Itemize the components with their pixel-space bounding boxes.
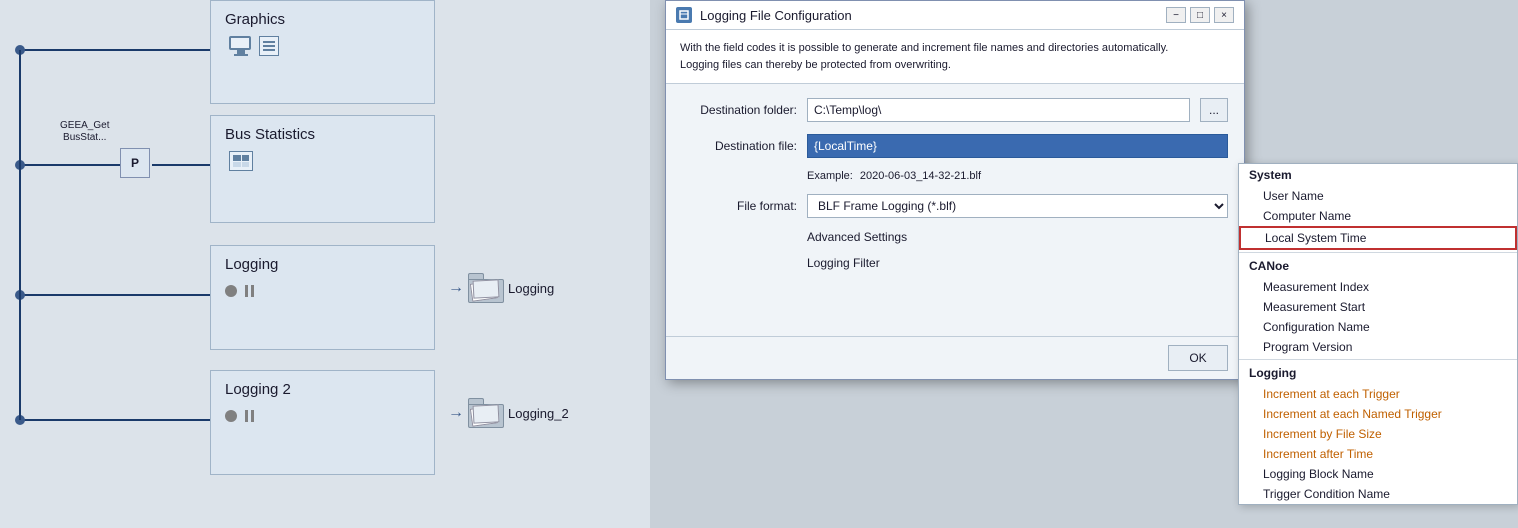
dialog-description-line1: With the field codes it is possible to g… [680, 40, 1230, 57]
logging2-label: Logging_2 [508, 406, 569, 421]
dialog-minimize-button[interactable]: − [1166, 7, 1186, 23]
logging-section-header: Logging [1239, 362, 1517, 384]
graphics-block-icons [229, 36, 420, 56]
example-row: Example: 2020-06-03_14-32-21.blf [807, 170, 1228, 182]
logging2-controls [225, 410, 420, 422]
dialog-description: With the field codes it is possible to g… [666, 30, 1244, 84]
dropdown-increment-named-trigger[interactable]: Increment at each Named Trigger [1239, 404, 1517, 424]
list-icon [259, 36, 279, 56]
file-format-select-wrapper: BLF Frame Logging (*.blf)ASC Logging (*.… [807, 194, 1228, 218]
geea-label: GEEA_Get BusStat... [60, 120, 109, 144]
graphics-block: Graphics [210, 0, 435, 104]
dropdown-program-version[interactable]: Program Version [1239, 337, 1517, 357]
dialog-maximize-button[interactable]: □ [1190, 7, 1210, 23]
logging-folder-icon [468, 273, 504, 303]
table-icon [229, 151, 253, 171]
file-format-select[interactable]: BLF Frame Logging (*.blf)ASC Logging (*.… [807, 194, 1228, 218]
destination-file-row: Destination file: [682, 134, 1228, 158]
logging-block-title: Logging [225, 256, 420, 273]
logging2-block-title: Logging 2 [225, 381, 420, 398]
dialog-body: Destination folder: ... Destination file… [666, 84, 1244, 336]
dropdown-configuration-name[interactable]: Configuration Name [1239, 317, 1517, 337]
dialog-footer: OK [666, 336, 1244, 379]
dropdown-measurement-start[interactable]: Measurement Start [1239, 297, 1517, 317]
dialog-icon [676, 7, 692, 23]
advanced-settings-row: Advanced Settings [682, 230, 1228, 244]
destination-file-input[interactable] [807, 134, 1228, 158]
logging2-pause [245, 410, 254, 422]
logging-block: Logging [210, 245, 435, 350]
dialog-window-buttons: − □ × [1166, 7, 1234, 23]
logging-pause [245, 285, 254, 297]
geea-node: GEEA_Get BusStat... [60, 120, 109, 144]
canoe-divider [1239, 252, 1517, 253]
logging-label: Logging [508, 281, 554, 296]
graphics-block-title: Graphics [225, 11, 420, 28]
dialog-titlebar: Logging File Configuration − □ × [666, 1, 1244, 30]
bus-statistics-icons [229, 151, 420, 171]
logging-config-dialog: Logging File Configuration − □ × With th… [665, 0, 1245, 380]
dropdown-increment-after-time[interactable]: Increment after Time [1239, 444, 1517, 464]
logging-controls [225, 285, 420, 297]
logging-divider [1239, 359, 1517, 360]
dropdown-user-name[interactable]: User Name [1239, 186, 1517, 206]
file-format-label: File format: [682, 199, 797, 213]
dialog-description-line2: Logging files can thereby be protected f… [680, 57, 1230, 74]
dropdown-trigger-condition-name[interactable]: Trigger Condition Name [1239, 484, 1517, 504]
dropdown-computer-name[interactable]: Computer Name [1239, 206, 1517, 226]
dialog-close-button[interactable]: × [1214, 7, 1234, 23]
logging2-arrow-folder: → Logging_2 [448, 398, 569, 428]
destination-folder-label: Destination folder: [682, 103, 797, 117]
logging2-block: Logging 2 [210, 370, 435, 475]
logging-filter-link[interactable]: Logging Filter [807, 256, 880, 270]
bus-statistics-block: Bus Statistics [210, 115, 435, 223]
dropdown-increment-file-size[interactable]: Increment by File Size [1239, 424, 1517, 444]
dropdown-panel: System User Name Computer Name Local Sys… [1238, 163, 1518, 505]
example-value: 2020-06-03_14-32-21.blf [860, 170, 981, 182]
file-format-row: File format: BLF Frame Logging (*.blf)AS… [682, 194, 1228, 218]
browse-button[interactable]: ... [1200, 98, 1228, 122]
destination-folder-input[interactable] [807, 98, 1190, 122]
dialog-title: Logging File Configuration [700, 8, 1158, 23]
logging2-stop-dot [225, 410, 237, 422]
logging2-folder-icon [468, 398, 504, 428]
p-block: P [120, 148, 150, 178]
advanced-settings-link[interactable]: Advanced Settings [807, 230, 907, 244]
logging-stop-dot [225, 285, 237, 297]
dropdown-logging-block-name[interactable]: Logging Block Name [1239, 464, 1517, 484]
canoe-section-header: CANoe [1239, 255, 1517, 277]
destination-folder-row: Destination folder: ... [682, 98, 1228, 122]
dropdown-measurement-index[interactable]: Measurement Index [1239, 277, 1517, 297]
monitor-icon [229, 36, 253, 56]
dropdown-local-system-time[interactable]: Local System Time [1239, 226, 1517, 250]
system-section-header: System [1239, 164, 1517, 186]
example-label: Example: [807, 170, 853, 182]
destination-file-label: Destination file: [682, 139, 797, 153]
logging2-arrow-icon: → [448, 404, 464, 422]
logging-arrow-folder: → Logging [448, 273, 554, 303]
dropdown-increment-each-trigger[interactable]: Increment at each Trigger [1239, 384, 1517, 404]
ok-button[interactable]: OK [1168, 345, 1228, 371]
bus-statistics-title: Bus Statistics [225, 126, 420, 143]
logging-arrow-icon: → [448, 279, 464, 297]
logging-filter-row: Logging Filter [682, 256, 1228, 270]
